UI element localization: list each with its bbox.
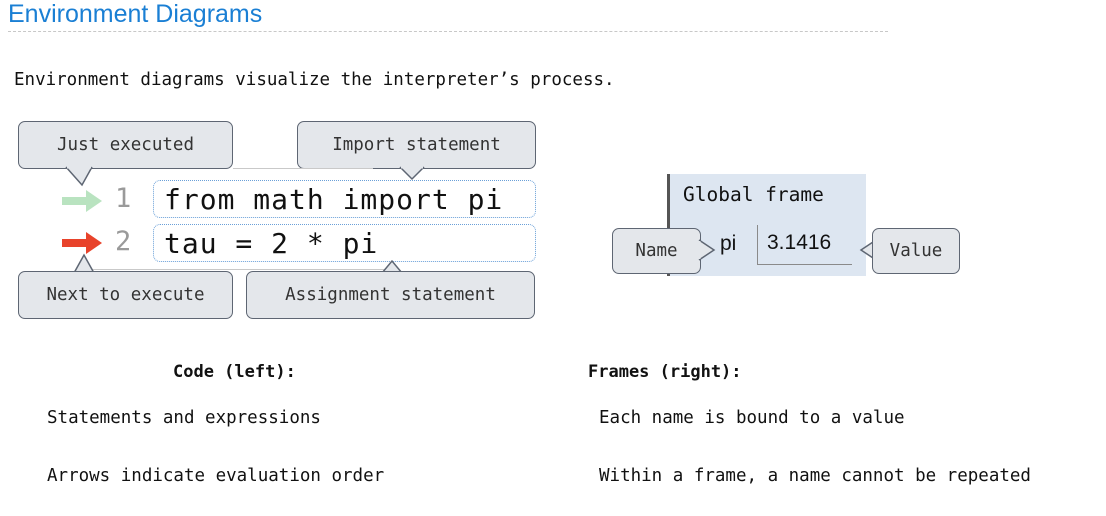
just-executed-callout-pointer — [65, 166, 93, 187]
intro-text: Environment diagrams visualize the inter… — [14, 70, 615, 90]
line-number-1: 1 — [115, 183, 132, 214]
binding-name: pi — [720, 232, 737, 255]
just-executed-callout: Just executed — [18, 121, 233, 169]
value-callout-label: Value — [889, 241, 943, 261]
code-column-item: Arrows indicate evaluation order — [47, 466, 385, 486]
assignment-statement-callout: Assignment statement — [246, 271, 535, 319]
import-statement-callout-label: Import statement — [332, 135, 501, 155]
code-line-1-text: from math import pi — [164, 182, 504, 216]
line-number-2: 2 — [115, 226, 132, 257]
frames-column-item: Each name is bound to a value — [599, 408, 905, 428]
binding-value: 3.1416 — [757, 225, 852, 265]
next-to-execute-callout-pointer — [73, 253, 95, 274]
assignment-statement-callout-label: Assignment statement — [285, 285, 496, 305]
value-callout: Value — [872, 228, 960, 274]
just-executed-callout-label: Just executed — [57, 135, 194, 155]
just-executed-connector — [233, 168, 373, 169]
page-title: Environment Diagrams — [8, 0, 263, 28]
code-line-2-text: tau = 2 * pi — [164, 226, 379, 260]
next-to-execute-connector — [76, 269, 396, 270]
code-line-2: tau = 2 * pi — [153, 224, 536, 262]
global-frame-title: Global frame — [683, 183, 824, 206]
import-statement-callout: Import statement — [297, 121, 536, 169]
title-divider — [8, 31, 888, 32]
frames-column-item: Within a frame, a name cannot be repeate… — [599, 466, 1031, 486]
binding-value-text: 3.1416 — [767, 231, 832, 254]
just-executed-arrow-icon — [62, 190, 102, 212]
name-callout-label: Name — [635, 241, 678, 261]
name-callout-pointer — [698, 239, 716, 261]
code-line-1: from math import pi — [153, 180, 536, 218]
next-to-execute-callout-label: Next to execute — [46, 285, 205, 305]
code-column-heading: Code (left): — [173, 362, 296, 382]
next-to-execute-arrow-icon — [62, 232, 102, 254]
name-callout: Name — [612, 228, 701, 274]
code-column-item: Statements and expressions — [47, 408, 321, 428]
frames-column-heading: Frames (right): — [588, 362, 742, 382]
next-to-execute-callout: Next to execute — [18, 271, 233, 319]
